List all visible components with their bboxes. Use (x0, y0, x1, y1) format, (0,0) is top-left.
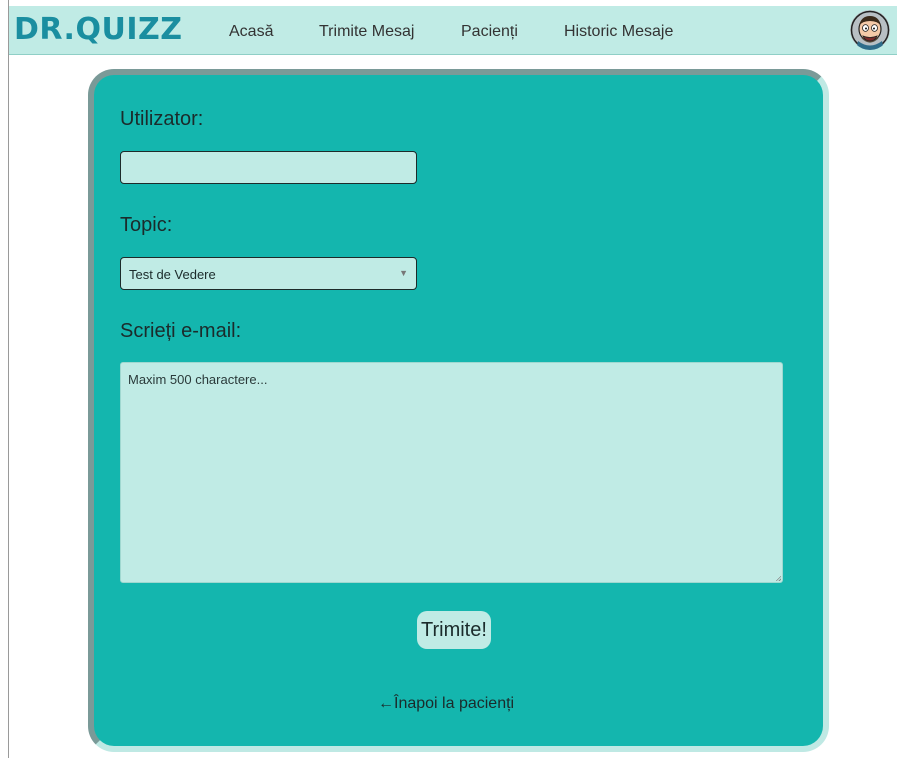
dropdown-arrow-icon: ▼ (399, 268, 408, 278)
resize-handle-icon[interactable] (775, 575, 781, 581)
submit-button[interactable]: Trimite! (417, 611, 491, 649)
nav-link-send-message[interactable]: Trimite Mesaj (319, 22, 414, 42)
topic-label: Topic: (120, 214, 173, 236)
email-textarea[interactable]: Maxim 500 charactere... (120, 362, 783, 583)
site-logo[interactable]: DR.QUIZZ (14, 12, 183, 48)
topic-selected-value: Test de Vedere (129, 267, 216, 282)
back-to-patients-link[interactable]: ←Înapoi la pacienți (378, 694, 514, 714)
user-input[interactable] (120, 151, 417, 184)
email-label: Scrieți e-mail: (120, 320, 242, 342)
page-left-border (8, 0, 9, 758)
topic-select[interactable]: Test de Vedere ▼ (120, 257, 417, 290)
nav-link-message-history[interactable]: Historic Mesaje (564, 22, 673, 42)
top-navbar: DR.QUIZZ Acasă Trimite Mesaj Pacienți Hi… (9, 6, 897, 55)
user-label: Utilizator: (120, 108, 204, 130)
message-form-card: Utilizator: Topic: Test de Vedere ▼ Scri… (88, 69, 829, 752)
nav-link-patients[interactable]: Pacienți (461, 22, 518, 42)
email-textarea-placeholder: Maxim 500 charactere... (128, 372, 268, 387)
nav-link-home[interactable]: Acasă (229, 22, 273, 42)
profile-avatar-icon[interactable] (850, 10, 890, 50)
